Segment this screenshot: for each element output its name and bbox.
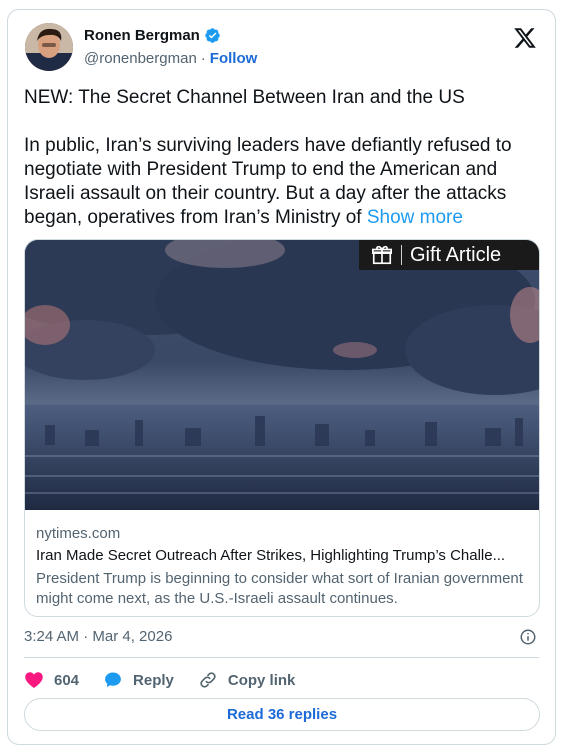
article-domain: nytimes.com xyxy=(36,525,121,542)
author-name[interactable]: Ronen Bergman xyxy=(84,27,200,44)
show-more-link[interactable]: Show more xyxy=(367,207,463,228)
copy-link-label: Copy link xyxy=(227,671,296,689)
article-title: Iran Made Secret Outreach After Strikes,… xyxy=(36,547,506,564)
x-logo-icon[interactable] xyxy=(513,26,537,50)
copy-link-button[interactable]: Copy link xyxy=(198,670,296,690)
gift-article-badge[interactable]: Gift Article xyxy=(359,240,539,270)
author-handle[interactable]: @ronenbergman xyxy=(84,50,197,67)
like-button[interactable]: 604 xyxy=(24,670,79,690)
author-avatar[interactable] xyxy=(25,23,73,71)
reply-icon xyxy=(105,672,121,688)
link-icon xyxy=(200,672,216,688)
tweet-body-paragraph: In public, Iran’s surviving leaders have… xyxy=(24,134,544,230)
action-bar: 604 Reply Copy link xyxy=(24,668,295,692)
article-description: President Trump is beginning to consider… xyxy=(36,570,523,607)
tweet-text: NEW: The Secret Channel Between Iran and… xyxy=(24,86,544,230)
gift-article-label: Gift Article xyxy=(410,243,502,266)
verified-badge-icon xyxy=(205,28,220,43)
reply-label: Reply xyxy=(133,671,174,689)
reply-button[interactable]: Reply xyxy=(103,670,174,690)
read-replies-button[interactable]: Read 36 replies xyxy=(24,698,540,731)
heart-icon xyxy=(25,672,43,688)
tweet-timestamp[interactable]: 3:24 AM · Mar 4, 2026 xyxy=(24,628,172,645)
like-count: 604 xyxy=(54,671,80,689)
tweet-headline: NEW: The Secret Channel Between Iran and… xyxy=(24,87,465,108)
divider xyxy=(24,657,539,658)
article-link-card[interactable]: Gift Article nytimes.com Iran Made Secre… xyxy=(24,239,540,617)
article-photo xyxy=(25,240,539,510)
gift-separator xyxy=(401,245,402,265)
embedded-tweet-card: Ronen Bergman @ronenbergman · Follow NEW… xyxy=(7,9,556,745)
handle-separator: · xyxy=(200,50,206,67)
follow-button[interactable]: Follow xyxy=(210,50,258,67)
info-icon[interactable] xyxy=(519,628,537,646)
gift-icon xyxy=(372,245,392,265)
